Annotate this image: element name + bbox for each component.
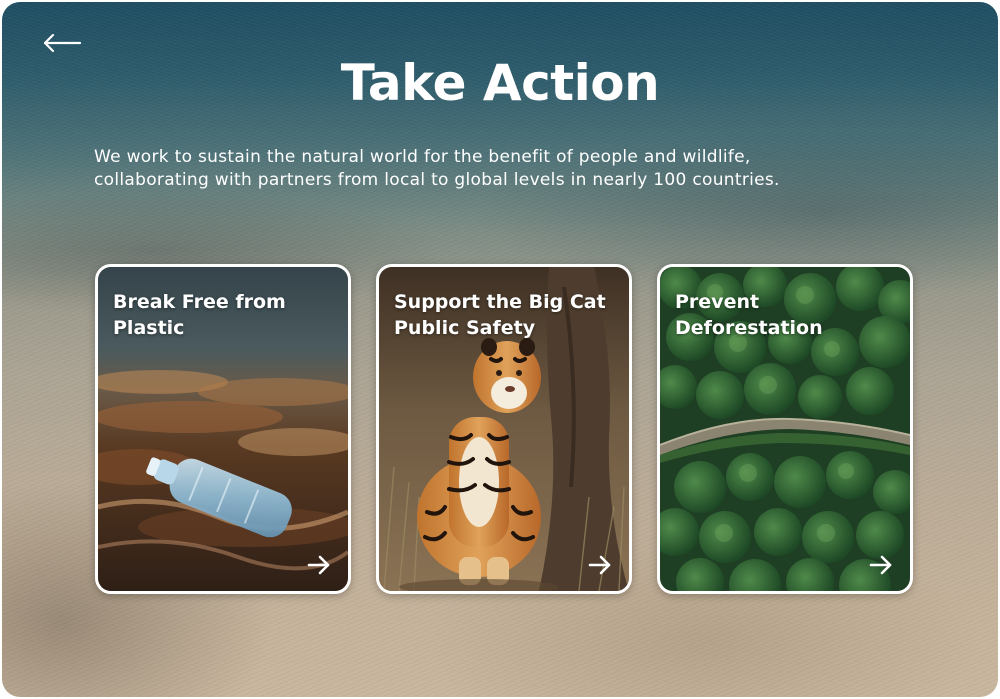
intro-line-2: collaborating with partners from local t… [94,170,780,190]
card-support-the-big-cat[interactable]: Support the Big Cat Public Safety [376,264,632,594]
card-title: Support the Big Cat Public Safety [394,289,619,341]
card-title-line-2: Deforestation [675,317,823,339]
card-arrow-button[interactable] [587,553,613,577]
intro-text: We work to sustain the natural world for… [94,146,914,192]
card-title: Break Free from Plastic [113,289,338,341]
card-prevent-deforestation[interactable]: Prevent Deforestation [657,264,913,594]
arrow-right-icon [588,555,611,575]
arrow-right-icon [307,555,330,575]
card-arrow-button[interactable] [306,553,332,577]
card-break-free-from-plastic[interactable]: Break Free from Plastic [95,264,351,594]
page-title: Take Action [340,54,660,112]
arrow-right-icon [869,555,892,575]
arrow-left-icon [43,33,82,53]
card-title-line-1: Prevent [675,291,760,313]
card-arrow-button[interactable] [868,553,894,577]
take-action-screen: Take Action We work to sustain the natur… [2,2,998,697]
card-title-line-1: Support the Big Cat [394,291,606,313]
intro-line-1: We work to sustain the natural world for… [94,147,751,167]
card-title-line-1: Break Free from [113,291,286,313]
card-title-line-2: Public Safety [394,317,536,339]
card-title: Prevent Deforestation [675,289,900,341]
card-title-line-2: Plastic [113,317,185,339]
